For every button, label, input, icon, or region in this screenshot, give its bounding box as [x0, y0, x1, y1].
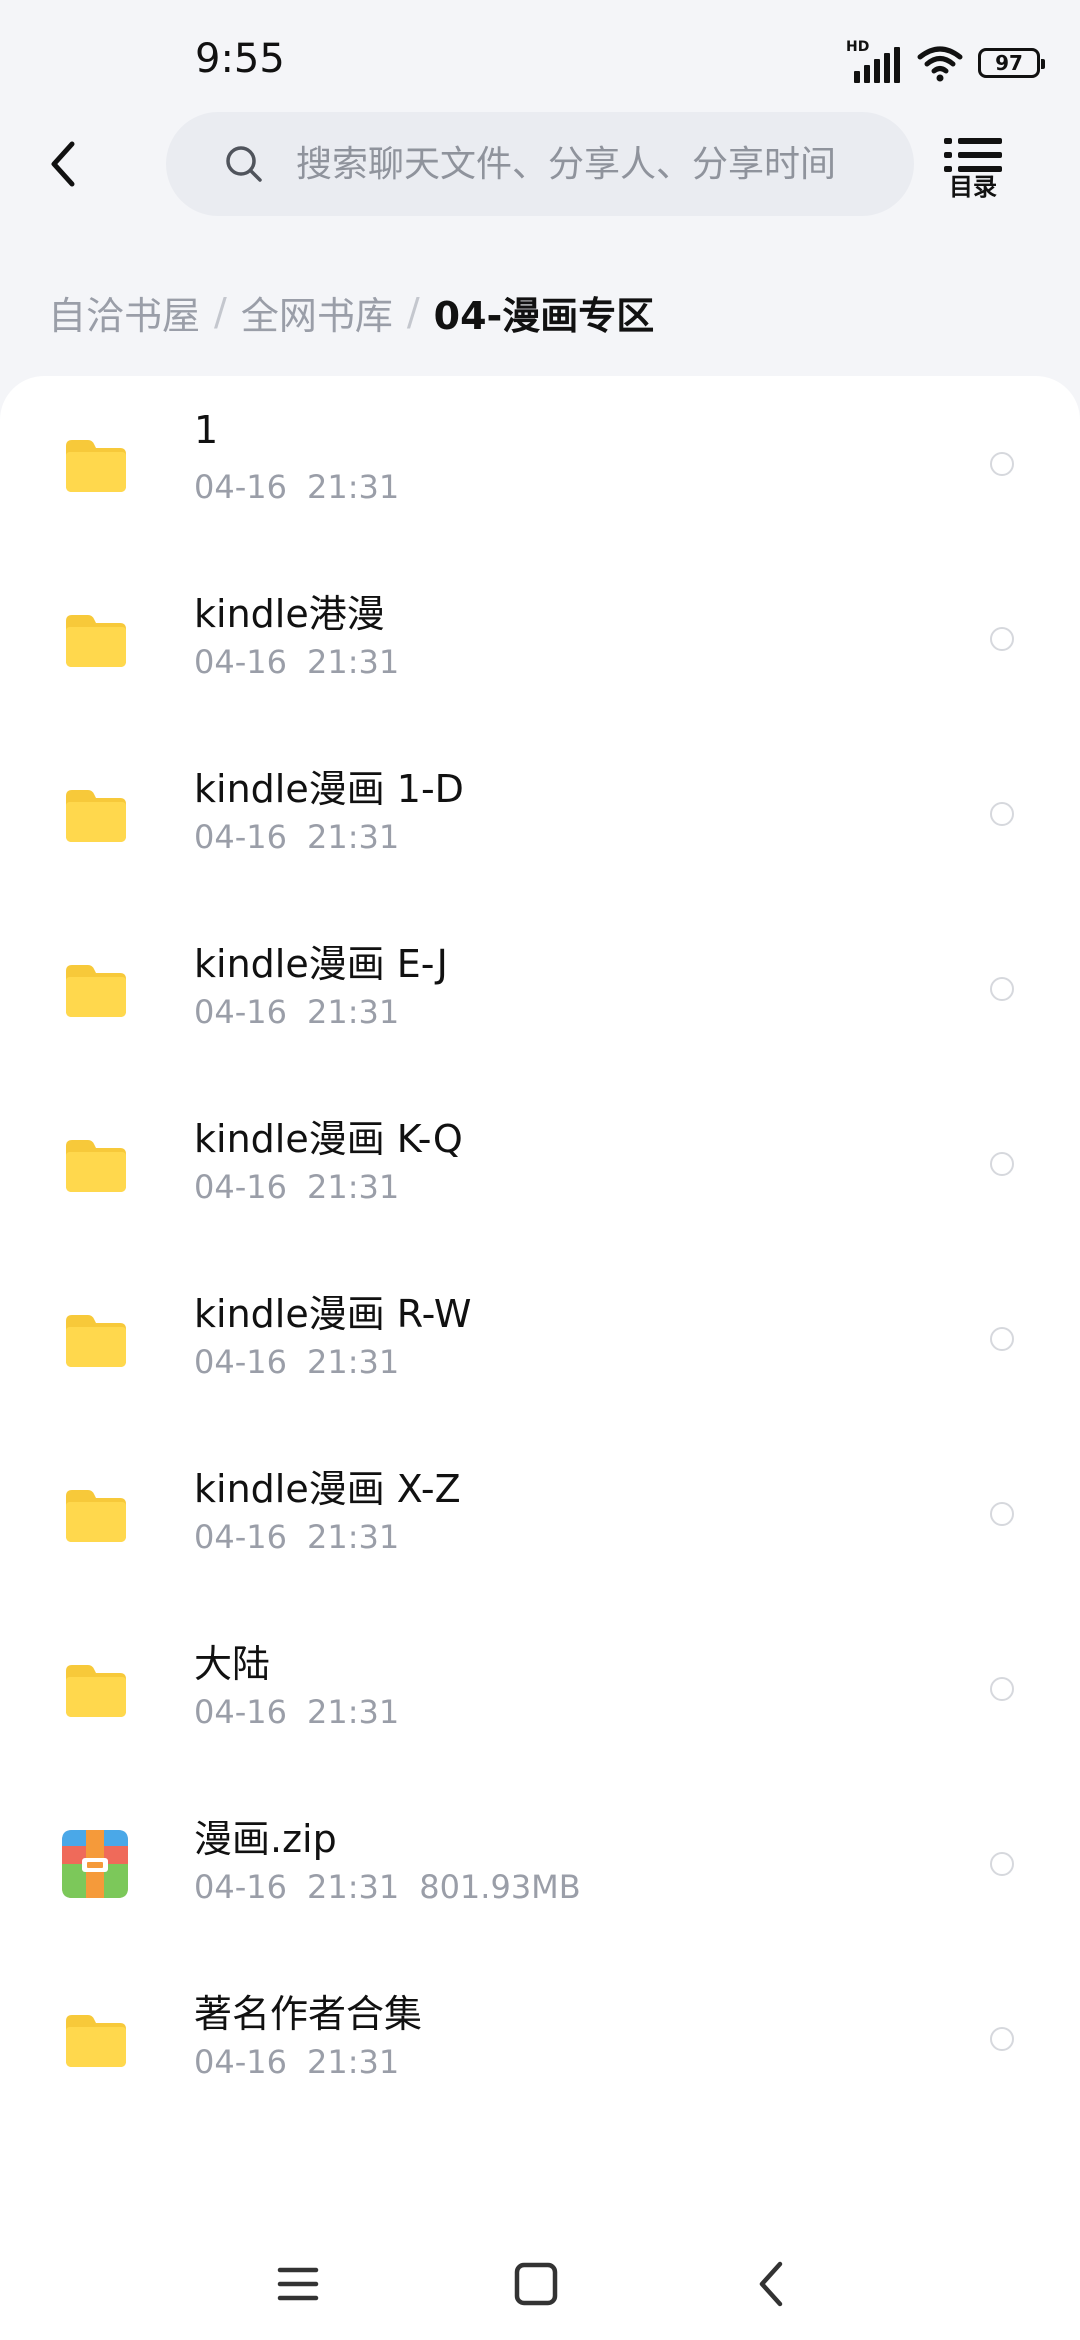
file-time: 21:31: [306, 2043, 400, 2081]
toc-label: 目录: [949, 173, 997, 201]
home-icon[interactable]: [508, 2256, 564, 2312]
file-name: 大陆: [194, 1642, 271, 1686]
file-time: 21:31: [306, 1168, 400, 1206]
folder-icon: [66, 1665, 126, 1717]
file-meta: 04-16 21:31 801.93MB: [194, 1868, 601, 1906]
folder-icon: [66, 965, 126, 1017]
menu-icon[interactable]: [270, 2256, 326, 2312]
file-meta: 04-16 21:31: [194, 468, 419, 506]
file-date: 04-16: [194, 1868, 287, 1906]
file-name: kindle漫画 E-J: [194, 942, 448, 986]
file-time: 21:31: [306, 1518, 400, 1556]
file-list: 1 04-16 21:31 kindle港漫 04-16 21:31 kindle漫…: [0, 376, 1080, 2340]
select-radio[interactable]: [990, 1677, 1014, 1701]
file-date: 04-16: [194, 2043, 287, 2081]
list-icon: [944, 138, 1002, 172]
file-name: 著名作者合集: [194, 1992, 423, 2036]
file-meta: 04-16 21:31: [194, 1693, 419, 1731]
battery-level: 97: [995, 51, 1023, 75]
file-time: 21:31: [306, 468, 400, 506]
breadcrumb-current: 04-漫画专区: [433, 293, 655, 338]
folder-icon: [66, 1140, 126, 1192]
file-row[interactable]: kindle漫画 R-W 04-16 21:31: [0, 1251, 1080, 1426]
file-meta: 04-16 21:31: [194, 1343, 419, 1381]
status-time: 9:55: [195, 36, 285, 82]
folder-icon: [66, 615, 126, 667]
file-meta: 04-16 21:31: [194, 643, 419, 681]
breadcrumb: 自洽书屋 / 全网书库 / 04-漫画专区: [48, 284, 654, 340]
file-time: 21:31: [306, 1693, 400, 1731]
file-row[interactable]: 1 04-16 21:31: [0, 376, 1080, 551]
file-date: 04-16: [194, 1518, 287, 1556]
file-row[interactable]: kindle漫画 E-J 04-16 21:31: [0, 901, 1080, 1076]
file-meta: 04-16 21:31: [194, 1168, 419, 1206]
breadcrumb-separator: /: [214, 290, 227, 334]
file-size: 801.93MB: [419, 1868, 581, 1906]
file-time: 21:31: [306, 1868, 400, 1906]
file-date: 04-16: [194, 643, 287, 681]
select-radio[interactable]: [990, 452, 1014, 476]
signal-icon: HD: [846, 39, 902, 83]
file-row[interactable]: kindle漫画 1-D 04-16 21:31: [0, 726, 1080, 901]
folder-icon: [66, 1315, 126, 1367]
search-icon: [226, 146, 262, 182]
file-meta: 04-16 21:31: [194, 993, 419, 1031]
select-radio[interactable]: [990, 802, 1014, 826]
back-arrow-icon[interactable]: [44, 136, 84, 192]
select-radio[interactable]: [990, 1852, 1014, 1876]
file-meta: 04-16 21:31: [194, 1518, 419, 1556]
file-row[interactable]: 大陆 04-16 21:31: [0, 1601, 1080, 1776]
file-name: kindle漫画 X-Z: [194, 1467, 461, 1511]
file-name: 1: [194, 408, 219, 452]
file-name: kindle漫画 R-W: [194, 1292, 472, 1336]
file-row[interactable]: 著名作者合集 04-16 21:31: [0, 1951, 1080, 2126]
system-nav-bar: [0, 2230, 1080, 2340]
select-radio[interactable]: [990, 2027, 1014, 2051]
file-row[interactable]: kindle漫画 K-Q 04-16 21:31: [0, 1076, 1080, 1251]
file-date: 04-16: [194, 993, 287, 1031]
file-date: 04-16: [194, 1693, 287, 1731]
file-date: 04-16: [194, 468, 287, 506]
wifi-icon: [917, 46, 963, 82]
file-time: 21:31: [306, 993, 400, 1031]
file-row[interactable]: 漫画.zip 04-16 21:31 801.93MB: [0, 1776, 1080, 1951]
file-date: 04-16: [194, 818, 287, 856]
folder-icon: [66, 790, 126, 842]
file-time: 21:31: [306, 1343, 400, 1381]
file-name: kindle漫画 K-Q: [194, 1117, 463, 1161]
file-row[interactable]: kindle漫画 X-Z 04-16 21:31: [0, 1426, 1080, 1601]
status-bar: 9:55 HD 97: [0, 0, 1080, 110]
file-name: 漫画.zip: [194, 1817, 337, 1861]
file-time: 21:31: [306, 643, 400, 681]
toc-button[interactable]: 目录: [944, 138, 1002, 201]
status-icons: HD 97: [846, 39, 1045, 86]
zip-file-icon: [62, 1830, 128, 1898]
nav-back-icon[interactable]: [746, 2256, 802, 2312]
file-meta: 04-16 21:31: [194, 2043, 419, 2081]
folder-icon: [66, 1490, 126, 1542]
file-time: 21:31: [306, 818, 400, 856]
folder-icon: [66, 440, 126, 492]
file-name: kindle港漫: [194, 592, 385, 636]
file-name: kindle漫画 1-D: [194, 767, 464, 811]
folder-icon: [66, 2015, 126, 2067]
select-radio[interactable]: [990, 627, 1014, 651]
breadcrumb-item[interactable]: 全网书库: [241, 285, 393, 340]
select-radio[interactable]: [990, 977, 1014, 1001]
search-bar[interactable]: [166, 112, 914, 216]
select-radio[interactable]: [990, 1152, 1014, 1176]
file-date: 04-16: [194, 1343, 287, 1381]
select-radio[interactable]: [990, 1502, 1014, 1526]
search-input[interactable]: [294, 142, 898, 186]
breadcrumb-item[interactable]: 自洽书屋: [48, 285, 200, 340]
battery-icon: 97: [978, 48, 1045, 78]
file-row[interactable]: kindle港漫 04-16 21:31: [0, 551, 1080, 726]
file-date: 04-16: [194, 1168, 287, 1206]
select-radio[interactable]: [990, 1327, 1014, 1351]
file-meta: 04-16 21:31: [194, 818, 419, 856]
breadcrumb-separator: /: [406, 290, 420, 334]
